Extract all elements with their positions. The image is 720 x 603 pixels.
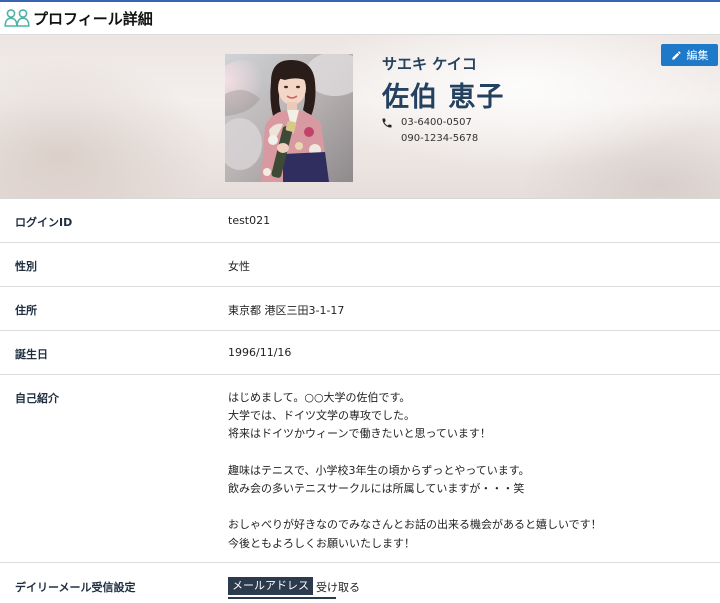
field-row-address: 住所 東京都 港区三田3-1-17: [0, 287, 720, 331]
users-icon: [4, 9, 30, 27]
intro-line: 大学では、ドイツ文学の専攻でした。: [228, 409, 415, 423]
intro-line: 趣味はテニスで、小学校3年生の頃からずっとやっています。: [228, 463, 530, 477]
pencil-icon: [671, 50, 681, 60]
field-row-gender: 性別 女性: [0, 243, 720, 287]
field-label: 誕生日: [15, 348, 48, 361]
field-row-login-id: ログインID test021: [0, 199, 720, 243]
edit-button[interactable]: 編集: [661, 44, 718, 66]
profile-fields: ログインID test021 性別 女性 住所 東京都 港区三田3-1-17 誕…: [0, 199, 720, 603]
field-value: 東京都 港区三田3-1-17: [228, 304, 345, 317]
page-title: プロフィール詳細: [33, 9, 153, 28]
phone-icon: [382, 118, 392, 128]
intro-line: 将来はドイツかウィーンで働きたいと思っています！: [228, 427, 491, 441]
field-value-intro: はじめまして。○○大学の佐伯です。 大学では、ドイツ文学の専攻でした。 将来はド…: [228, 389, 602, 553]
field-row-birthday: 誕生日 1996/11/16: [0, 331, 720, 375]
field-value: 女性: [228, 260, 250, 273]
field-label: 自己紹介: [15, 392, 59, 405]
intro-line: 今後ともよろしくお願いいたします！: [228, 536, 415, 550]
mobile-number: 090-1234-5678: [401, 133, 479, 144]
intro-line: [228, 444, 602, 462]
mail-channel-tag: メールアドレス: [228, 577, 313, 595]
field-label: 性別: [15, 260, 37, 273]
intro-line: [228, 498, 602, 516]
field-value: test021: [228, 214, 271, 227]
phone-number: 03-6400-0507: [401, 117, 472, 128]
intro-line: おしゃべりが好きなのでみなさんとお話の出来る機会があると嬉しいです！: [228, 518, 602, 532]
profile-name: 佐伯 恵子: [382, 82, 505, 113]
intro-line: 飲み会の多いテニスサークルには所属していますが・・・笑: [228, 481, 525, 495]
field-label: 住所: [15, 304, 37, 317]
field-label: デイリーメール受信設定: [15, 581, 136, 594]
field-label: ログインID: [15, 216, 73, 229]
mail-underline: [228, 597, 336, 599]
intro-line: はじめまして。○○大学の佐伯です。: [228, 391, 411, 404]
profile-kana: サエキ ケイコ: [382, 55, 477, 73]
profile-photo: [225, 54, 353, 182]
profile-hero: サエキ ケイコ 佐伯 恵子 03-6400-0507 090-1234-5678…: [0, 35, 720, 199]
field-row-self-introduction: 自己紹介 はじめまして。○○大学の佐伯です。 大学では、ドイツ文学の専攻でした。…: [0, 375, 720, 563]
edit-button-label: 編集: [686, 49, 709, 62]
field-row-daily-mail: デイリーメール受信設定 メールアドレス 受け取る: [0, 563, 720, 603]
page-header: プロフィール詳細: [0, 2, 720, 35]
mail-setting-value: 受け取る: [316, 581, 360, 594]
field-value: 1996/11/16: [228, 346, 292, 359]
